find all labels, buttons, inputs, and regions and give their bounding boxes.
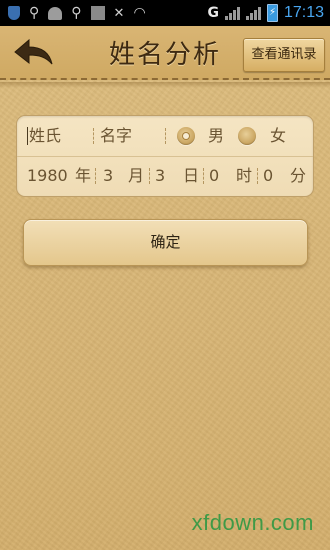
surname-input[interactable]: 姓氏 <box>29 116 91 156</box>
battery-icon: ⚡ <box>266 4 278 22</box>
input-card: 姓氏 名字 男 女 1980 年 3 月 3 日 0 时 0 分 <box>16 115 314 197</box>
hour-unit: 时 <box>236 166 253 185</box>
text-cursor <box>27 127 28 145</box>
gender-female-label: 女 <box>270 126 287 145</box>
minute-unit: 分 <box>290 166 307 185</box>
minute-input[interactable]: 0 <box>263 156 273 196</box>
hour-input[interactable]: 0 <box>209 156 219 196</box>
usb-icon: ⚲ <box>29 4 40 21</box>
signal-icon-2 <box>245 6 261 20</box>
name-row: 姓氏 名字 男 女 <box>17 116 313 157</box>
screenshot-icon <box>90 6 105 20</box>
android-icon <box>48 6 63 20</box>
app-header: 姓名分析 查看通讯录 <box>0 26 330 88</box>
watermark-text: xfdown.com <box>191 510 314 535</box>
wifi-icon: ◠ <box>133 4 146 21</box>
gender-male-label: 男 <box>208 126 225 145</box>
signal-icon <box>224 6 240 20</box>
gender-female-radio[interactable] <box>238 127 256 145</box>
status-time: 17:13 <box>283 4 324 21</box>
day-unit: 日 <box>183 166 200 185</box>
network-type: G <box>207 5 219 21</box>
mute-icon: ✕ <box>113 5 125 21</box>
usb-debug-icon: ⚲ <box>71 4 82 21</box>
month-input[interactable]: 3 <box>103 156 113 196</box>
view-contacts-button[interactable]: 查看通讯录 <box>243 38 325 72</box>
given-name-input[interactable]: 名字 <box>100 116 162 156</box>
day-input[interactable]: 3 <box>155 156 165 196</box>
birth-datetime-row: 1980 年 3 月 3 日 0 时 0 分 <box>17 156 313 196</box>
confirm-button[interactable]: 确定 <box>23 219 308 266</box>
year-unit: 年 <box>75 166 92 185</box>
status-bar: ⚲ ⚲ ✕ ◠ G ⚡ 17:13 <box>0 0 330 26</box>
gender-male-radio[interactable] <box>177 127 195 145</box>
month-unit: 月 <box>128 166 145 185</box>
year-input[interactable]: 1980 <box>27 156 68 196</box>
shield-icon <box>8 6 20 20</box>
header-stitch-divider <box>0 78 330 80</box>
